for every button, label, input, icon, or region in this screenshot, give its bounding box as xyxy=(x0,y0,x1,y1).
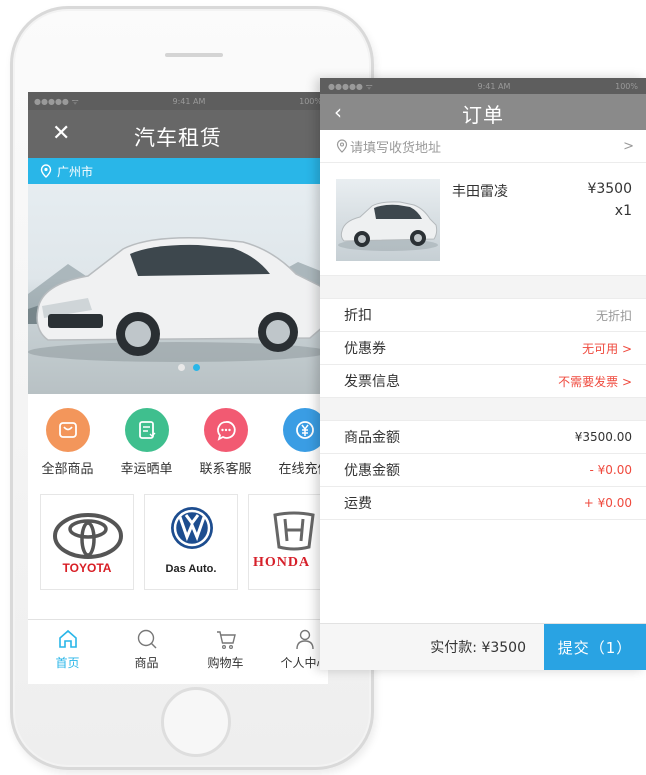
category-row: 全部商品 幸运晒单 联系客服 在线充值 xyxy=(28,394,328,488)
product-quantity: x1 xyxy=(614,203,632,219)
checkout-bar: 实付款: ¥3500 提交（1） xyxy=(320,623,646,670)
product-item[interactable]: 丰田雷凌 ¥3500 x1 xyxy=(320,163,646,276)
shipping-value: + ¥0.00 xyxy=(583,496,632,510)
brand-honda[interactable]: HONDA xyxy=(248,494,328,590)
coupon-row[interactable]: 优惠券 无可用 > xyxy=(320,332,646,365)
discount-row: 折扣 无折扣 xyxy=(320,299,646,332)
speaker xyxy=(165,53,223,57)
status-time: 9:41 AM xyxy=(477,81,511,91)
status-time: 9:41 AM xyxy=(172,96,206,106)
bag-icon xyxy=(45,408,90,452)
row-label: 优惠券 xyxy=(344,341,386,357)
section-divider xyxy=(320,398,646,421)
row-label: 折扣 xyxy=(344,308,372,324)
carousel-dot-active[interactable] xyxy=(193,364,200,371)
battery-level: 100% xyxy=(299,96,322,106)
nav-bar: ✕ 汽车租赁 xyxy=(28,110,328,158)
category-label: 联系客服 xyxy=(199,462,252,477)
category-label: 幸运晒单 xyxy=(120,462,173,477)
category-lucky-show[interactable]: 幸运晒单 xyxy=(107,408,186,488)
category-online-recharge[interactable]: 在线充值 xyxy=(265,408,328,488)
tab-label: 首页 xyxy=(55,656,80,670)
category-all-products[interactable]: 全部商品 xyxy=(28,408,107,488)
row-label: 发票信息 xyxy=(344,374,400,390)
carrier-signal: ●●●●● ᯤ xyxy=(328,81,373,91)
chat-icon xyxy=(203,408,248,452)
product-price: ¥3500 xyxy=(587,181,632,197)
nav-bar: ‹ 订单 xyxy=(320,94,646,130)
brand-row: TOYOTA Das Auto. HONDA xyxy=(28,494,328,590)
location-pin-icon xyxy=(336,139,348,153)
page-title: 订单 xyxy=(462,103,504,127)
discount-value: 无折扣 xyxy=(595,308,632,323)
location-pin-icon xyxy=(40,164,52,178)
tab-bar: 首页 商品 购物车 个人中心 xyxy=(28,619,328,684)
section-divider xyxy=(320,276,646,299)
tab-home[interactable]: 首页 xyxy=(28,620,107,684)
user-icon xyxy=(295,629,314,650)
vw-wordmark: Das Auto. xyxy=(165,563,217,575)
coupon-value: 无可用 > xyxy=(582,341,632,356)
discount-amount-value: - ¥0.00 xyxy=(589,463,633,477)
product-thumbnail xyxy=(336,179,440,261)
tab-cart[interactable]: 购物车 xyxy=(186,620,265,684)
submit-button[interactable]: 提交（1） xyxy=(544,624,646,670)
goods-amount-value: ¥3500.00 xyxy=(574,430,632,444)
car-banner[interactable] xyxy=(28,184,328,394)
shipping-row: 运费 + ¥0.00 xyxy=(320,487,646,520)
invoice-value: 不需要发票 > xyxy=(558,374,632,389)
honda-wordmark: HONDA xyxy=(253,555,311,570)
home-screen: ●●●●● ᯤ 9:41 AM 100% ✕ 汽车租赁 广州市 全部商品 幸运晒… xyxy=(28,92,328,684)
honda-logo-icon xyxy=(273,511,315,551)
page-title: 汽车租赁 xyxy=(134,126,222,150)
location-bar[interactable]: 广州市 xyxy=(28,158,328,184)
tab-label: 购物车 xyxy=(207,656,244,670)
status-bar: ●●●●● ᯤ 9:41 AM 100% xyxy=(320,78,646,94)
chevron-right-icon: > xyxy=(623,138,634,154)
brand-volkswagen[interactable]: Das Auto. xyxy=(144,494,238,590)
tab-label: 商品 xyxy=(134,656,159,670)
total-paid: 实付款: ¥3500 xyxy=(430,640,526,656)
invoice-row[interactable]: 发票信息 不需要发票 > xyxy=(320,365,646,398)
category-label: 全部商品 xyxy=(41,462,94,477)
product-name: 丰田雷凌 xyxy=(452,184,508,200)
carousel-dots xyxy=(178,364,200,371)
car-image xyxy=(28,237,328,362)
row-label: 商品金额 xyxy=(344,430,400,446)
carrier-signal: ●●●●● ᯤ xyxy=(34,96,79,106)
note-icon xyxy=(124,408,169,452)
tab-profile[interactable]: 个人中心 xyxy=(265,620,328,684)
address-placeholder: 请填写收货地址 xyxy=(350,140,442,156)
order-screen: ●●●●● ᯤ 9:41 AM 100% ‹ 订单 请填写收货地址 > 丰田雷凌… xyxy=(320,78,646,670)
status-bar: ●●●●● ᯤ 9:41 AM 100% xyxy=(28,92,328,110)
goods-amount-row: 商品金额 ¥3500.00 xyxy=(320,421,646,454)
address-row[interactable]: 请填写收货地址 > xyxy=(320,130,646,163)
carousel-dot[interactable] xyxy=(178,364,185,371)
discount-amount-row: 优惠金额 - ¥0.00 xyxy=(320,454,646,487)
vw-logo-icon xyxy=(171,507,213,549)
row-label: 运费 xyxy=(344,496,372,512)
row-label: 优惠金额 xyxy=(344,463,400,479)
city-name: 广州市 xyxy=(57,164,94,179)
home-icon xyxy=(58,629,77,648)
tab-products[interactable]: 商品 xyxy=(107,620,186,684)
battery-level: 100% xyxy=(615,81,638,91)
cart-icon xyxy=(216,631,236,650)
toyota-wordmark: TOYOTA xyxy=(62,561,112,575)
home-button[interactable] xyxy=(161,687,231,757)
category-customer-service[interactable]: 联系客服 xyxy=(186,408,265,488)
search-icon xyxy=(137,629,156,649)
toyota-logo-icon xyxy=(53,513,123,559)
brand-toyota[interactable]: TOYOTA xyxy=(40,494,134,590)
